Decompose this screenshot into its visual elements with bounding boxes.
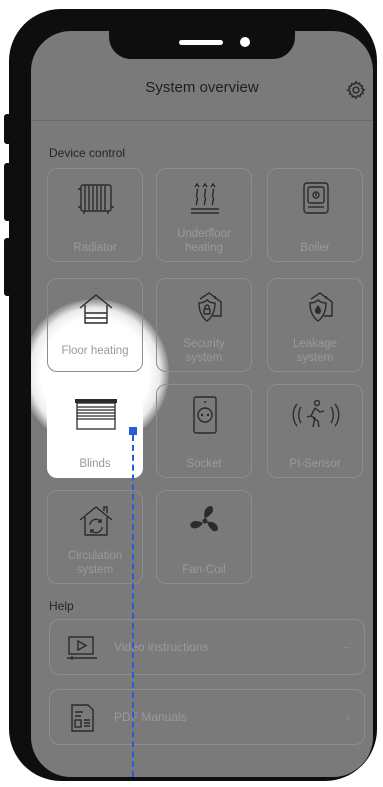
tile-socket[interactable]: Socket <box>156 384 252 478</box>
tile-label: Radiator <box>73 242 117 254</box>
tile-leakage-system[interactable]: Leakage system <box>267 278 363 372</box>
socket-icon <box>193 396 217 434</box>
tile-underfloor-heating[interactable]: Underfloor heating <box>156 168 252 262</box>
tile-label: Socket <box>186 458 222 470</box>
speaker-grille <box>179 40 223 45</box>
fan-icon <box>190 506 218 532</box>
leakage-house-icon <box>309 292 333 322</box>
motion-sensor-icon <box>292 399 340 428</box>
tile-label: Leakage system <box>292 338 338 364</box>
chevron-right-icon: › <box>345 709 350 724</box>
video-icon <box>67 636 97 660</box>
boiler-icon <box>303 182 329 214</box>
guide-line <box>132 435 134 777</box>
floor-heating-icon <box>79 294 113 324</box>
tile-security-system[interactable]: Security system <box>156 278 252 372</box>
tile-fan-coil[interactable]: Fan-Coil <box>156 490 252 584</box>
circulation-house-icon <box>79 506 113 536</box>
underfloor-heating-icon <box>191 182 219 214</box>
pdf-document-icon <box>71 704 94 732</box>
phone-frame: System overview Device control Radiator … <box>9 9 377 781</box>
front-camera <box>240 37 250 47</box>
blinds-icon <box>75 399 117 430</box>
app-screen: System overview Device control Radiator … <box>31 31 373 777</box>
tile-label: Underfloor heating <box>177 228 231 254</box>
tile-label: Security system <box>183 338 225 364</box>
tile-boiler[interactable]: Boiler <box>267 168 363 262</box>
radiator-icon <box>78 184 114 214</box>
help-item-label: PDF Manuals <box>114 710 187 724</box>
tile-circulation-system[interactable]: Circulation system <box>47 490 143 584</box>
help-item-pdf-manuals[interactable]: PDF Manuals › <box>49 689 365 745</box>
help-item-label: Video instructions <box>114 640 209 654</box>
tile-pi-sensor[interactable]: PI-Sensor <box>267 384 363 478</box>
security-house-icon <box>198 292 222 322</box>
phone-notch <box>109 31 295 59</box>
tile-floor-heating[interactable]: Floor heating <box>47 278 143 372</box>
tile-label: PI-Sensor <box>289 458 341 470</box>
tile-label: Floor heating <box>61 345 129 357</box>
section-label-help: Help <box>49 599 74 613</box>
section-label-device-control: Device control <box>49 146 126 160</box>
tap-target-marker <box>129 427 137 435</box>
tile-label: Circulation system <box>67 550 123 576</box>
tile-radiator[interactable]: Radiator <box>47 168 143 262</box>
header-divider <box>31 120 373 121</box>
gear-icon[interactable] <box>345 79 367 101</box>
tile-label: Fan-Coil <box>182 564 226 576</box>
collapse-indicator: – <box>342 639 350 654</box>
help-item-video-instructions[interactable]: Video instructions – <box>49 619 365 675</box>
tile-label: Blinds <box>79 458 111 470</box>
tile-label: Boiler <box>300 242 330 254</box>
page-title: System overview <box>145 79 259 96</box>
